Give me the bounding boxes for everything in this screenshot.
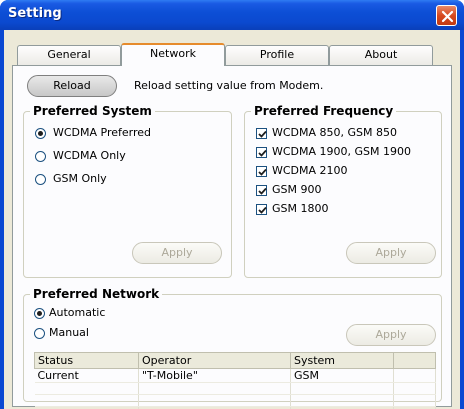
table-header-row: Status Operator System <box>34 352 436 369</box>
close-icon <box>441 10 454 23</box>
radio-automatic-label: Automatic <box>49 306 106 319</box>
check-wcdma-2100-label: WCDMA 2100 <box>272 164 348 177</box>
checkmark-icon <box>258 149 267 157</box>
close-button[interactable] <box>436 5 457 26</box>
radio-wcdma-only[interactable] <box>35 151 46 162</box>
cell-system: GSM <box>290 368 394 383</box>
preferred-system-group: Preferred System WCDMA Preferred WCDMA O… <box>23 104 232 278</box>
radio-manual-label: Manual <box>49 326 89 339</box>
radio-gsm-only[interactable] <box>35 174 46 185</box>
column-header-system[interactable]: System <box>290 352 394 369</box>
cell-operator: "T-Mobile" <box>138 368 291 383</box>
check-wcdma-850[interactable] <box>256 128 267 139</box>
preferred-system-title: Preferred System <box>30 104 155 118</box>
system-apply-button[interactable]: Apply <box>132 242 222 264</box>
checkmark-icon <box>258 130 267 138</box>
network-apply-button[interactable]: Apply <box>346 324 436 346</box>
preferred-network-group: Preferred Network Automatic Manual Apply… <box>23 287 442 409</box>
check-gsm-900-label: GSM 900 <box>272 183 322 196</box>
radio-automatic[interactable] <box>34 308 45 319</box>
table-row-empty <box>34 394 436 407</box>
network-tab-panel: Reload Reload setting value from Modem. … <box>12 65 452 409</box>
tab-profile[interactable]: Profile <box>225 45 329 65</box>
column-header-operator[interactable]: Operator <box>138 352 291 369</box>
checkmark-icon <box>258 206 267 214</box>
window-title: Setting <box>8 6 62 21</box>
dialog-client-area: General Network Profile About Reload Rel… <box>4 30 460 409</box>
column-header-blank <box>393 352 436 369</box>
tab-profile-label: Profile <box>259 48 295 61</box>
tab-general-label: General <box>47 48 91 61</box>
check-wcdma-2100[interactable] <box>256 166 267 177</box>
table-row-empty <box>34 382 436 395</box>
tab-network[interactable]: Network <box>121 43 225 66</box>
radio-wcdma-only-label: WCDMA Only <box>53 149 126 162</box>
cell-status: Current <box>34 368 139 383</box>
check-gsm-1800-label: GSM 1800 <box>272 202 329 215</box>
tab-network-label: Network <box>150 47 196 60</box>
frequency-apply-button[interactable]: Apply <box>346 242 436 264</box>
check-wcdma-1900-label: WCDMA 1900, GSM 1900 <box>272 145 412 158</box>
preferred-frequency-title: Preferred Frequency <box>251 104 397 118</box>
check-wcdma-850-label: WCDMA 850, GSM 850 <box>272 126 398 139</box>
column-header-status[interactable]: Status <box>34 352 139 369</box>
radio-gsm-only-label: GSM Only <box>53 172 107 185</box>
radio-wcdma-preferred[interactable] <box>35 128 46 139</box>
tab-about-label: About <box>364 48 398 61</box>
radio-manual[interactable] <box>34 328 45 339</box>
checkmark-icon <box>258 187 267 195</box>
checkmark-icon <box>258 168 267 176</box>
operator-table: Status Operator System Current "T-Mobile… <box>34 352 436 409</box>
check-gsm-900[interactable] <box>256 185 267 196</box>
setting-window: Setting General Network Profile About Re… <box>0 0 464 409</box>
preferred-network-title: Preferred Network <box>30 287 163 301</box>
check-gsm-1800[interactable] <box>256 204 267 215</box>
cell-extra <box>393 368 436 383</box>
reload-button[interactable]: Reload <box>27 75 117 97</box>
reload-description: Reload setting value from Modem. <box>134 79 324 92</box>
check-wcdma-1900[interactable] <box>256 147 267 158</box>
tab-general[interactable]: General <box>17 45 121 65</box>
radio-wcdma-preferred-label: WCDMA Preferred <box>53 126 152 139</box>
tab-about[interactable]: About <box>329 45 433 65</box>
title-bar[interactable]: Setting <box>0 0 464 30</box>
preferred-frequency-group: Preferred Frequency WCDMA 850, GSM 850 W… <box>244 104 442 278</box>
table-row[interactable]: Current "T-Mobile" GSM <box>34 368 436 383</box>
